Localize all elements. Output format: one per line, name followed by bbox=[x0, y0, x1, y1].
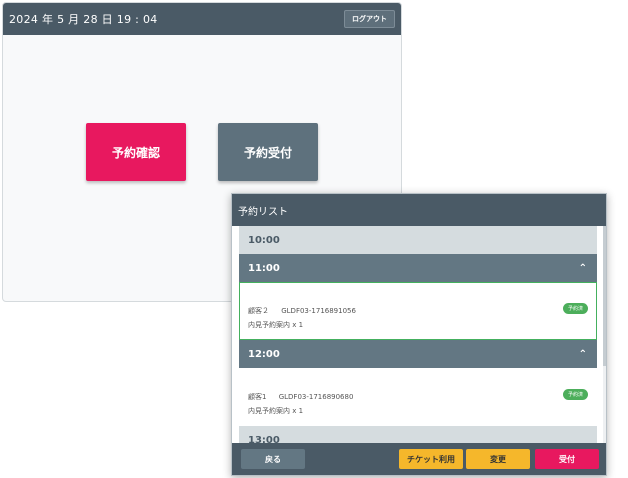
customer-name: 顧客1 bbox=[248, 393, 267, 401]
entry-info: 顧客２ GLDF03-1716891056 bbox=[248, 306, 366, 316]
logout-button[interactable]: ログアウト bbox=[344, 10, 395, 28]
main-header: 2024 年 5 月 28 日 19 : 04 ログアウト bbox=[3, 3, 401, 35]
time-slot-label: 11:00 bbox=[248, 262, 280, 274]
status-badge: 予約済 bbox=[562, 303, 588, 314]
reservation-list: 10:00 11:00 ⌃ 顧客２ GLDF03-1716891056 内見予約… bbox=[232, 226, 606, 445]
back-button[interactable]: 戻る bbox=[241, 449, 305, 469]
chevron-up-icon[interactable]: ⌃ bbox=[579, 349, 587, 360]
time-slot-header-1200[interactable]: 12:00 ⌃ bbox=[239, 340, 597, 368]
time-slot-header-1000[interactable]: 10:00 bbox=[239, 226, 597, 254]
chevron-up-icon[interactable]: ⌃ bbox=[579, 263, 587, 274]
modal-title: 予約リスト bbox=[232, 194, 606, 226]
change-button[interactable]: 変更 bbox=[466, 449, 530, 469]
status-badge: 予約済 bbox=[562, 389, 588, 400]
reservation-detail: 内見予約案内 x 1 bbox=[248, 321, 304, 329]
reservation-confirm-button[interactable]: 予約確認 bbox=[86, 123, 186, 181]
reservation-code: GLDF03-1716890680 bbox=[278, 393, 354, 401]
entry-info: 顧客1 GLDF03-1716890680 bbox=[248, 392, 363, 402]
modal-footer: 戻る チケット利用 変更 受付 bbox=[232, 443, 606, 475]
list-scrollbar[interactable] bbox=[603, 226, 606, 445]
time-slot-header-1100[interactable]: 11:00 ⌃ bbox=[239, 254, 597, 282]
time-slot-label: 10:00 bbox=[248, 234, 280, 246]
reservation-entry[interactable]: 顧客２ GLDF03-1716891056 内見予約案内 x 1 予約済 bbox=[239, 282, 597, 340]
datetime-display: 2024 年 5 月 28 日 19 : 04 bbox=[9, 13, 158, 26]
reservation-list-modal: 予約リスト 10:00 11:00 ⌃ 顧客２ GLDF03-171689105… bbox=[231, 193, 607, 476]
reservation-reception-button[interactable]: 予約受付 bbox=[218, 123, 318, 181]
time-slot-label: 12:00 bbox=[248, 348, 280, 360]
customer-name: 顧客２ bbox=[248, 307, 269, 315]
reservation-entry[interactable]: 顧客1 GLDF03-1716890680 内見予約案内 x 1 予約済 bbox=[239, 368, 597, 426]
reservation-code: GLDF03-1716891056 bbox=[281, 307, 356, 315]
accept-button[interactable]: 受付 bbox=[535, 449, 599, 469]
reservation-detail: 内見予約案内 x 1 bbox=[248, 407, 304, 415]
use-ticket-button[interactable]: チケット利用 bbox=[399, 449, 463, 469]
scrollbar-thumb[interactable] bbox=[603, 226, 606, 366]
